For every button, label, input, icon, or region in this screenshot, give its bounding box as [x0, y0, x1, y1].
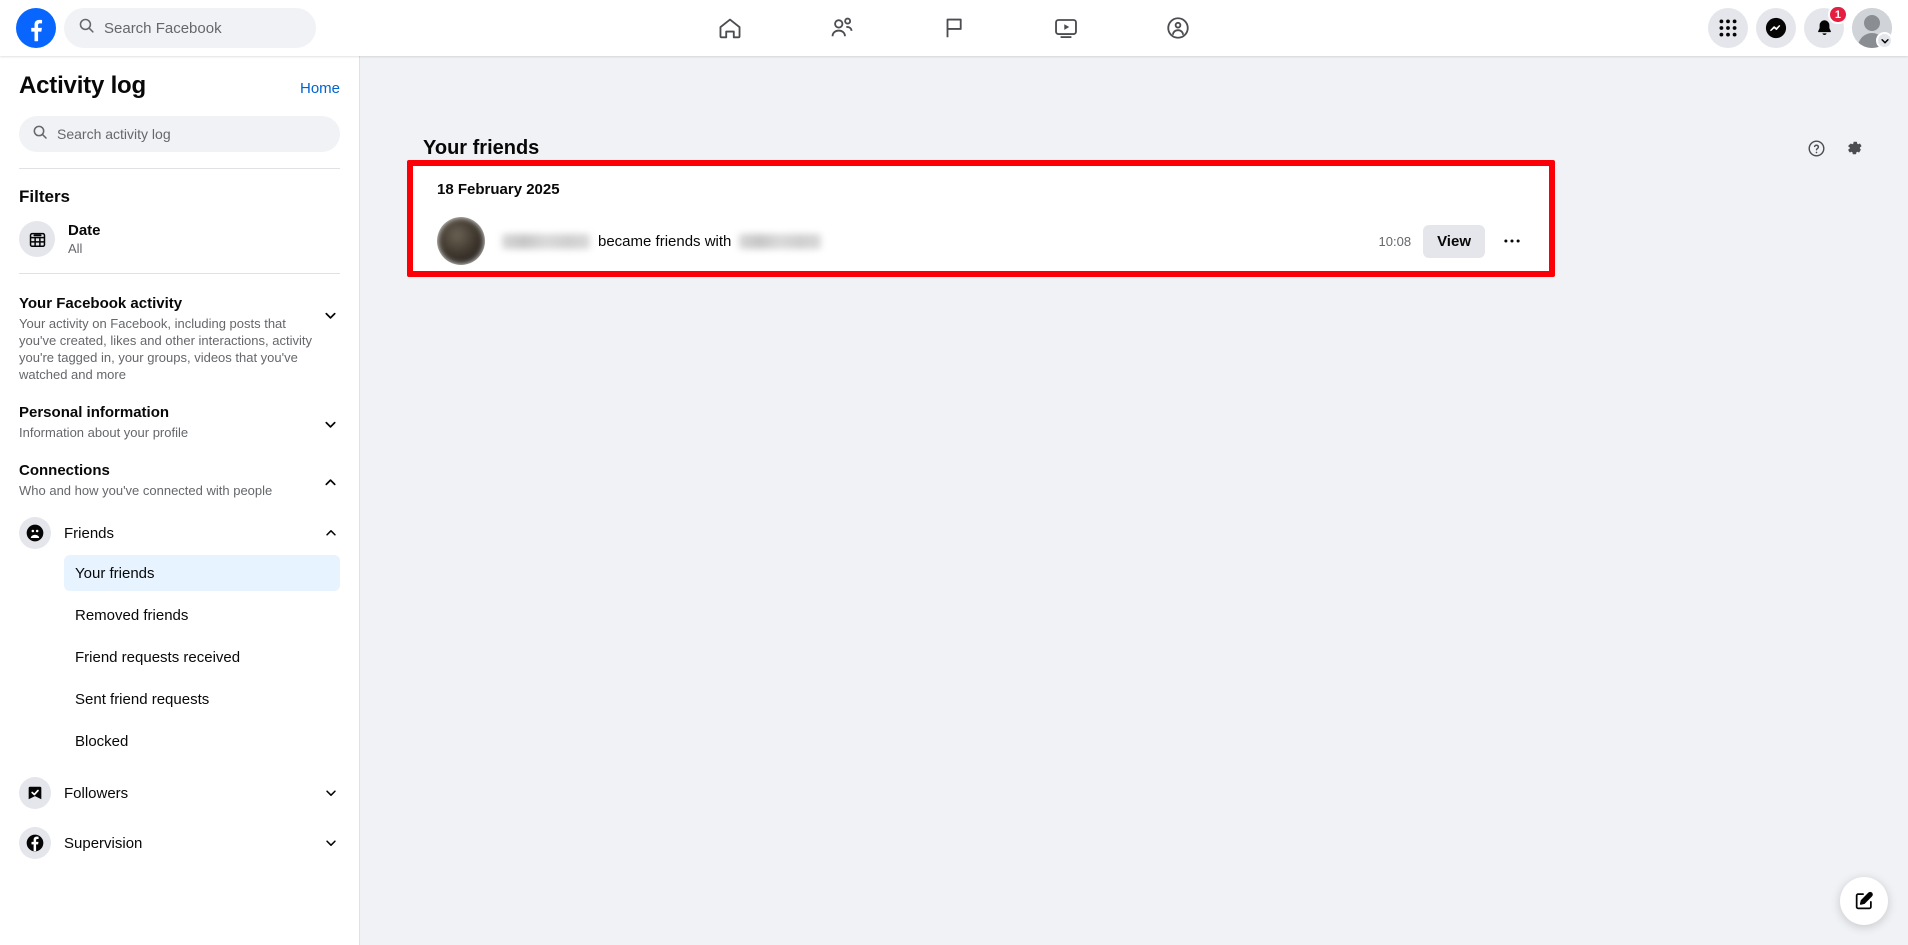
chevron-down-icon	[1876, 32, 1893, 49]
group-friends-label: Friends	[64, 524, 115, 542]
account-avatar[interactable]	[1852, 8, 1893, 49]
sidebar-divider-top	[19, 168, 340, 169]
search-activity-log-placeholder: Search activity log	[57, 126, 171, 142]
main-header-actions	[1802, 134, 1868, 162]
search-icon	[78, 17, 95, 39]
nav-tab-pages[interactable]	[898, 4, 1010, 52]
sidebar-item-label: Your friends	[75, 564, 155, 582]
sidebar-item-label: Removed friends	[75, 606, 189, 624]
grid-menu-icon[interactable]	[1708, 8, 1748, 48]
chevron-down-icon[interactable]	[320, 294, 340, 323]
nav-tab-groups[interactable]	[1122, 4, 1234, 52]
activity-action-text: became friends with	[598, 232, 732, 250]
filters-heading: Filters	[19, 187, 71, 206]
activity-card-inner: 18 February 2025 became friends with 10:…	[413, 166, 1549, 271]
ellipsis-icon[interactable]	[1497, 226, 1527, 256]
sidebar-divider-filters	[19, 273, 340, 274]
section-description: Who and how you've connected with people	[19, 483, 273, 498]
facebook-circle-icon	[19, 827, 51, 859]
calendar-icon	[19, 221, 55, 257]
nav-left-group: Search Facebook	[0, 8, 316, 48]
sidebar-item-friend-requests-received[interactable]: Friend requests received	[64, 639, 340, 675]
messenger-icon[interactable]	[1756, 8, 1796, 48]
filter-date-value: All	[68, 240, 83, 256]
sidebar-item-your-friends[interactable]: Your friends	[64, 555, 340, 591]
nav-tab-home[interactable]	[674, 4, 786, 52]
section-title: Connections	[19, 462, 110, 479]
sidebar-item-label: Blocked	[75, 732, 129, 750]
followers-check-icon	[19, 777, 51, 809]
search-icon	[32, 124, 48, 145]
group-followers-label: Followers	[64, 784, 129, 802]
sidebar-header: Activity log Home	[19, 56, 340, 100]
chevron-down-icon[interactable]	[322, 836, 340, 850]
group-supervision[interactable]: Supervision	[19, 827, 340, 859]
facebook-logo-icon[interactable]	[16, 8, 56, 48]
notifications-bell-icon[interactable]: 1	[1804, 5, 1848, 48]
nav-tab-friends[interactable]	[786, 4, 898, 52]
search-activity-log-input[interactable]: Search activity log	[19, 116, 340, 152]
sidebar-item-sent-friend-requests[interactable]: Sent friend requests	[64, 681, 340, 717]
main-page-title: Your friends	[423, 136, 540, 159]
section-description: Your activity on Facebook, including pos…	[19, 316, 312, 382]
chevron-up-icon[interactable]	[320, 461, 340, 490]
activity-row: became friends with 10:08 View	[437, 211, 1537, 271]
group-supervision-label: Supervision	[64, 834, 143, 852]
top-navigation-bar: Search Facebook 1	[0, 0, 1908, 56]
help-circle-icon[interactable]	[1802, 134, 1830, 162]
activity-row-actions: 10:08 View	[1378, 224, 1537, 258]
nav-tab-video[interactable]	[1010, 4, 1122, 52]
section-title: Personal information	[19, 404, 170, 421]
actor-name-redacted[interactable]	[502, 233, 590, 249]
target-name-redacted[interactable]	[739, 233, 822, 249]
page-title: Activity log	[19, 72, 146, 99]
main-content: Your friends 18 February 2025 became fri…	[361, 56, 1908, 945]
friends-circle-icon	[19, 517, 51, 549]
activity-description: became friends with	[502, 233, 1379, 250]
nav-right-group: 1	[1708, 0, 1893, 56]
group-followers[interactable]: Followers	[19, 777, 340, 809]
sidebar-item-removed-friends[interactable]: Removed friends	[64, 597, 340, 633]
main-header: Your friends	[423, 134, 1868, 162]
activity-timestamp: 10:08	[1378, 233, 1412, 249]
facebook-search-box[interactable]: Search Facebook	[64, 8, 316, 48]
section-description: Information about your profile	[19, 425, 189, 440]
user-avatar-icon[interactable]	[437, 217, 485, 265]
activity-date-heading: 18 February 2025	[437, 181, 560, 198]
section-your-facebook-activity[interactable]: Your Facebook activity Your activity on …	[19, 294, 340, 383]
sidebar-item-label: Friend requests received	[75, 648, 241, 666]
compose-pencil-icon[interactable]	[1840, 877, 1888, 925]
chevron-down-icon[interactable]	[322, 786, 340, 800]
highlighted-activity-card[interactable]: 18 February 2025 became friends with 10:…	[407, 160, 1555, 277]
facebook-search-placeholder: Search Facebook	[104, 19, 222, 37]
activity-log-sidebar: Activity log Home Search activity log Fi…	[0, 56, 360, 945]
filter-date[interactable]: Date All	[19, 221, 340, 257]
gear-icon[interactable]	[1840, 134, 1868, 162]
sidebar-item-label: Sent friend requests	[75, 690, 210, 708]
group-friends[interactable]: Friends	[19, 517, 340, 549]
filter-date-label: Date	[68, 221, 101, 239]
section-connections[interactable]: Connections Who and how you've connected…	[19, 461, 340, 499]
chevron-down-icon[interactable]	[320, 403, 340, 432]
view-button[interactable]: View	[1423, 224, 1485, 258]
chevron-up-icon[interactable]	[322, 526, 340, 540]
section-personal-information[interactable]: Personal information Information about y…	[19, 403, 340, 441]
home-link[interactable]: Home	[300, 80, 340, 97]
notifications-badge: 1	[1827, 5, 1848, 24]
sidebar-item-blocked[interactable]: Blocked	[64, 723, 340, 759]
section-title: Your Facebook activity	[19, 295, 183, 312]
